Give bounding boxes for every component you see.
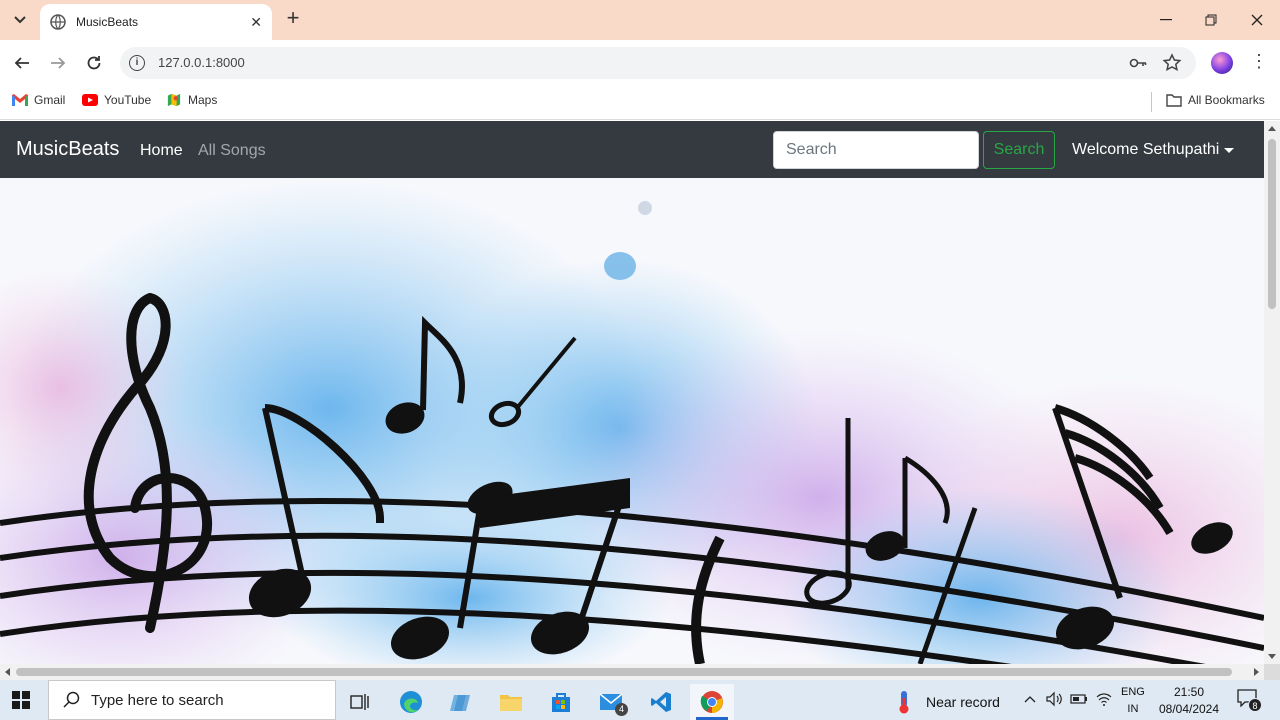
caret-down-icon bbox=[1224, 147, 1235, 153]
bookmark-youtube[interactable]: YouTube bbox=[82, 93, 151, 107]
bookmarks-bar: Gmail YouTube Maps All Bookmarks bbox=[0, 86, 1280, 120]
reload-button[interactable] bbox=[82, 51, 106, 75]
close-window-button[interactable] bbox=[1234, 0, 1280, 40]
mail-badge: 4 bbox=[615, 703, 628, 716]
wifi-icon[interactable] bbox=[1096, 691, 1112, 710]
taskbar-clock[interactable]: 21:50 08/04/2024 bbox=[1156, 684, 1222, 718]
folder-icon bbox=[1166, 94, 1182, 107]
notification-badge: 8 bbox=[1248, 698, 1262, 712]
taskbar-file-explorer[interactable] bbox=[489, 684, 533, 720]
hero-banner bbox=[0, 178, 1264, 664]
nav-link-all-songs[interactable]: All Songs bbox=[198, 142, 266, 160]
speaker-icon[interactable] bbox=[1046, 691, 1062, 710]
forward-button[interactable] bbox=[46, 51, 70, 75]
scroll-up-arrow-icon[interactable] bbox=[1268, 126, 1276, 131]
url-text: 127.0.0.1:8000 bbox=[158, 55, 245, 70]
youtube-icon bbox=[82, 94, 98, 106]
bookmark-label: YouTube bbox=[104, 93, 152, 107]
scroll-down-arrow-icon[interactable] bbox=[1268, 654, 1276, 659]
language-indicator[interactable]: ENG IN bbox=[1121, 684, 1145, 718]
folder-icon bbox=[500, 695, 522, 711]
restore-icon bbox=[1205, 14, 1217, 26]
close-icon bbox=[1251, 14, 1263, 26]
maps-icon bbox=[167, 93, 181, 107]
all-bookmarks-label: All Bookmarks bbox=[1188, 93, 1265, 107]
browser-menu-icon[interactable]: ⋮ bbox=[1250, 51, 1268, 72]
bookmark-label: Gmail bbox=[34, 93, 66, 107]
clock-date: 08/04/2024 bbox=[1158, 702, 1220, 716]
task-view-button[interactable] bbox=[338, 684, 382, 720]
notification-center-button[interactable]: 8 bbox=[1237, 689, 1262, 712]
site-navbar: MusicBeats Home All Songs Search Welcome… bbox=[0, 121, 1264, 178]
music-notes-hero-image bbox=[0, 178, 1264, 664]
taskbar-edge[interactable] bbox=[389, 684, 433, 720]
site-brand[interactable]: MusicBeats bbox=[16, 138, 119, 161]
tab-close-icon[interactable]: ✕ bbox=[250, 14, 262, 31]
horizontal-scrollbar[interactable] bbox=[0, 664, 1264, 680]
battery-icon[interactable] bbox=[1070, 691, 1088, 710]
user-menu-dropdown[interactable]: Welcome Sethupathi bbox=[1072, 141, 1235, 159]
taskbar-search-placeholder: Type here to search bbox=[91, 691, 224, 709]
task-view-icon bbox=[350, 694, 369, 710]
site-search-input[interactable] bbox=[773, 131, 979, 169]
bookmarks-divider bbox=[1151, 92, 1152, 112]
site-info-icon[interactable]: i bbox=[129, 55, 145, 71]
site-search-button[interactable]: Search bbox=[983, 131, 1055, 169]
edge-icon bbox=[400, 691, 422, 713]
bookmark-star-icon[interactable] bbox=[1162, 53, 1182, 73]
bookmark-gmail[interactable]: Gmail bbox=[12, 93, 65, 107]
page-viewport: MusicBeats Home All Songs Search Welcome… bbox=[0, 121, 1280, 664]
scrollbar-corner bbox=[1264, 664, 1280, 680]
taskbar-store[interactable] bbox=[539, 684, 583, 720]
profile-avatar[interactable] bbox=[1211, 52, 1233, 74]
minimize-icon bbox=[1160, 19, 1172, 21]
gmail-icon bbox=[12, 94, 28, 106]
chrome-icon bbox=[700, 691, 723, 713]
thermometer-icon bbox=[899, 691, 909, 714]
vertical-scrollbar[interactable] bbox=[1264, 121, 1280, 664]
weather-text: Near record bbox=[926, 694, 1000, 710]
language-code: ENG bbox=[1121, 686, 1145, 698]
user-menu-label: Welcome Sethupathi bbox=[1072, 141, 1220, 158]
vertical-scroll-thumb[interactable] bbox=[1268, 139, 1276, 309]
windows-start-icon[interactable] bbox=[12, 691, 30, 709]
region-code: IN bbox=[1127, 703, 1139, 715]
all-bookmarks-button[interactable]: All Bookmarks bbox=[1166, 93, 1265, 107]
scroll-left-arrow-icon[interactable] bbox=[5, 668, 10, 676]
search-icon bbox=[63, 691, 80, 708]
chevron-down-icon bbox=[14, 16, 26, 24]
browser-toolbar: i 127.0.0.1:8000 ⋮ bbox=[0, 40, 1280, 86]
restore-button[interactable] bbox=[1188, 0, 1234, 40]
store-icon bbox=[552, 693, 570, 712]
globe-icon bbox=[50, 14, 66, 30]
taskbar-notepad[interactable] bbox=[439, 684, 483, 720]
scroll-right-arrow-icon[interactable] bbox=[1254, 668, 1259, 676]
weather-widget[interactable]: Near record bbox=[896, 690, 1000, 714]
arrow-left-icon bbox=[14, 57, 29, 69]
horizontal-scroll-thumb[interactable] bbox=[16, 668, 1232, 676]
nav-link-home[interactable]: Home bbox=[140, 142, 183, 160]
browser-tab[interactable]: MusicBeats ✕ bbox=[40, 4, 272, 40]
windows-taskbar: Type here to search 4 Near record ENG IN… bbox=[0, 680, 1280, 720]
reload-icon bbox=[87, 56, 101, 70]
tab-title: MusicBeats bbox=[76, 15, 139, 29]
bookmark-label: Maps bbox=[188, 93, 218, 107]
taskbar-vscode[interactable] bbox=[639, 684, 683, 720]
browser-tab-strip: MusicBeats ✕ + bbox=[0, 0, 1280, 40]
taskbar-chrome[interactable] bbox=[690, 684, 734, 720]
arrow-right-icon bbox=[51, 57, 66, 69]
back-button[interactable] bbox=[10, 51, 34, 75]
minimize-button[interactable] bbox=[1143, 0, 1189, 40]
taskbar-mail[interactable]: 4 bbox=[589, 684, 633, 720]
clock-time: 21:50 bbox=[1173, 685, 1205, 699]
vscode-icon bbox=[651, 692, 671, 712]
notepad-icon bbox=[450, 695, 470, 711]
taskbar-search-box[interactable]: Type here to search bbox=[48, 680, 336, 720]
tab-search-button[interactable] bbox=[6, 6, 34, 34]
address-bar[interactable]: i 127.0.0.1:8000 bbox=[120, 47, 1196, 79]
bookmark-maps[interactable]: Maps bbox=[166, 93, 217, 107]
password-key-icon[interactable] bbox=[1128, 53, 1148, 73]
tray-overflow-icon[interactable] bbox=[1024, 691, 1036, 706]
new-tab-button[interactable]: + bbox=[282, 7, 304, 30]
